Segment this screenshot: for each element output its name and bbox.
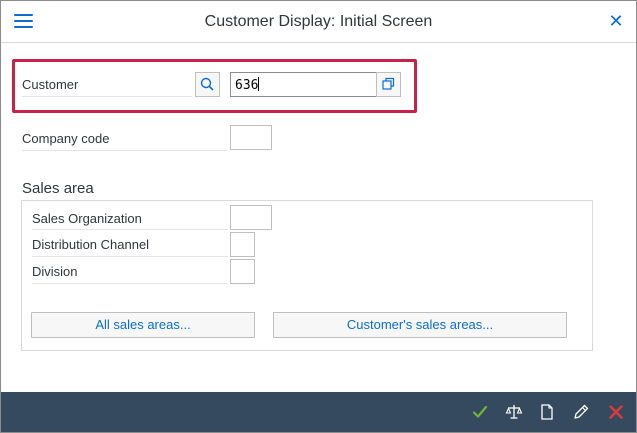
close-icon[interactable]: ✕ <box>608 12 624 30</box>
cancel-icon[interactable] <box>606 402 626 422</box>
company-code-input[interactable] <box>230 125 272 150</box>
division-underline <box>32 283 228 284</box>
title-bar: Customer Display: Initial Screen ✕ <box>1 1 636 43</box>
company-code-label-underline <box>22 150 227 151</box>
all-sales-areas-button[interactable]: All sales areas... <box>31 312 255 338</box>
document-icon[interactable] <box>537 402 557 422</box>
dialog-window: Customer Display: Initial Screen ✕ Custo… <box>0 0 637 433</box>
sales-organization-underline <box>32 229 228 230</box>
pencil-icon[interactable] <box>571 402 591 422</box>
sales-organization-label: Sales Organization <box>32 211 142 226</box>
customer-highlight-box <box>12 59 417 113</box>
distribution-channel-underline <box>32 256 228 257</box>
footer-toolbar <box>1 392 636 432</box>
customers-sales-areas-button[interactable]: Customer's sales areas... <box>273 312 567 338</box>
sales-organization-input[interactable] <box>230 205 272 230</box>
page-title: Customer Display: Initial Screen <box>204 13 433 30</box>
balance-icon[interactable] <box>504 402 524 422</box>
company-code-label: Company code <box>22 131 110 146</box>
distribution-channel-input[interactable] <box>230 232 255 257</box>
division-input[interactable] <box>230 259 255 284</box>
check-icon[interactable] <box>470 402 490 422</box>
distribution-channel-label: Distribution Channel <box>32 237 150 252</box>
division-label: Division <box>32 264 78 279</box>
sales-area-title: Sales area <box>22 180 94 197</box>
